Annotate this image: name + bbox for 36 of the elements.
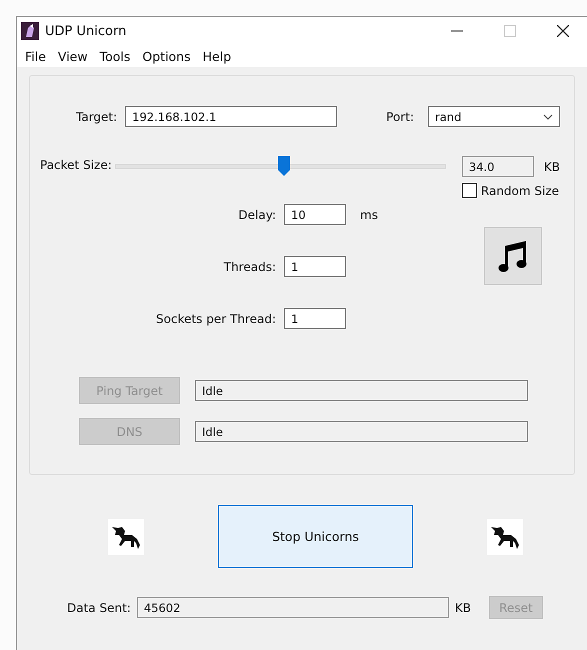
packet-size-slider[interactable] xyxy=(115,156,446,176)
stop-unicorns-button[interactable]: Stop Unicorns xyxy=(218,505,413,568)
field-label: Sockets per Thread: xyxy=(155,312,276,326)
menu-item[interactable]: Options xyxy=(142,48,191,64)
target-label: Target: xyxy=(76,110,118,124)
number-field[interactable]: 1 xyxy=(284,308,346,329)
unicorn-icon xyxy=(108,518,144,554)
slider-thumb[interactable] xyxy=(278,156,290,176)
random-size-label: Random Size xyxy=(480,184,560,198)
app-icon xyxy=(21,22,39,40)
port-label: Port: xyxy=(386,110,414,124)
number-field[interactable]: 10 xyxy=(284,204,346,225)
window-title: UDP Unicorn xyxy=(45,24,126,38)
packet-size-field[interactable]: 34.0 xyxy=(462,156,534,177)
unit-label: KB xyxy=(544,160,560,174)
packet-size-label: Packet Size: xyxy=(40,157,113,172)
field-label: Threads: xyxy=(222,260,276,274)
target-field[interactable]: 192.168.102.1 xyxy=(125,106,338,127)
menu-item[interactable]: Tools xyxy=(100,48,130,64)
menu-item[interactable]: File xyxy=(25,48,46,64)
music-button[interactable] xyxy=(484,227,542,285)
close-icon[interactable] xyxy=(557,25,569,37)
unicorn-icon xyxy=(487,518,523,554)
field-label: Delay: xyxy=(237,208,276,222)
menu-item[interactable]: View xyxy=(58,48,88,64)
data-sent-field: 45602 xyxy=(136,597,449,618)
unit-label: KB xyxy=(454,600,471,614)
port-dropdown[interactable]: rand xyxy=(428,106,560,127)
unit-label: ms xyxy=(360,208,378,222)
status-field: Idle xyxy=(195,421,528,442)
data-sent-label: Data Sent: xyxy=(67,600,131,614)
random-size-checkbox[interactable] xyxy=(462,183,477,198)
number-field[interactable]: 1 xyxy=(284,256,346,277)
menu-item[interactable]: Help xyxy=(202,48,232,64)
chevron-icon xyxy=(543,114,553,120)
status-field: Idle xyxy=(195,380,528,401)
